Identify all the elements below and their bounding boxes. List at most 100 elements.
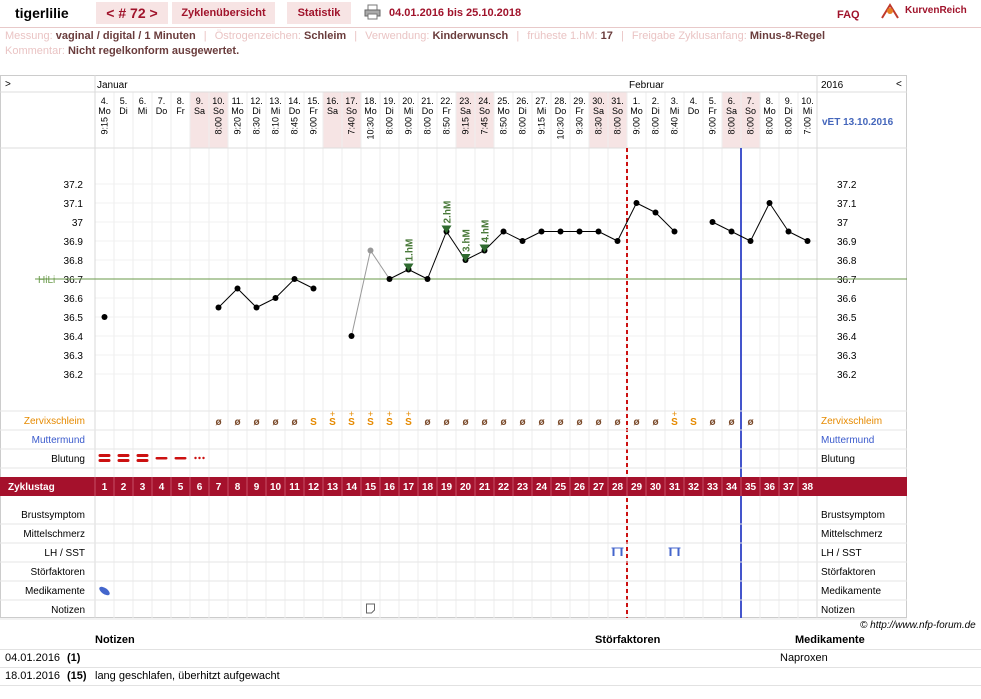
table-row: 18.01.2016 (15) lang geschlafen, überhit… <box>0 668 981 686</box>
note-date: 18.01.2016 <box>5 670 61 682</box>
measure-time: 8:10 <box>271 117 281 135</box>
temp-point[interactable] <box>234 285 241 292</box>
user-name: tigerlilie <box>15 5 69 21</box>
weekday: Mi <box>404 106 414 116</box>
note-medication: Naproxen <box>780 652 828 664</box>
temp-point[interactable] <box>671 228 678 235</box>
temp-point[interactable] <box>291 276 298 282</box>
y-tick-label: 37.2 <box>837 180 857 191</box>
app-header: tigerlilie < # 72 > Zyklenübersicht Stat… <box>0 0 981 28</box>
bleeding-heavy-icon <box>117 459 130 462</box>
brand-logo-icon[interactable] <box>880 2 900 20</box>
notes-col-stoerfaktoren: Störfaktoren <box>595 634 661 646</box>
temp-point[interactable] <box>652 209 659 216</box>
y-tick-label: 36.8 <box>64 256 84 267</box>
printer-icon[interactable] <box>364 4 381 20</box>
row-label-right: LH / SST <box>821 548 862 559</box>
weekday: Do <box>156 106 168 116</box>
temp-point[interactable] <box>500 228 507 235</box>
temp-point[interactable] <box>519 238 526 244</box>
measure-time: 8:50 <box>499 117 509 135</box>
cycle-day-number: 5 <box>178 482 184 493</box>
weekday: Do <box>422 106 434 116</box>
cycle-day-number: 14 <box>346 482 358 493</box>
brand-link[interactable]: KurvenReich <box>905 5 967 16</box>
day-number: 12. <box>250 96 263 106</box>
temp-point[interactable] <box>557 228 564 235</box>
temp-point[interactable] <box>766 200 773 206</box>
temp-point[interactable] <box>785 228 792 235</box>
row-label-right: Medikamente <box>821 586 881 597</box>
temp-point[interactable] <box>728 228 735 235</box>
y-tick-label: 37.2 <box>64 180 84 191</box>
temp-point[interactable] <box>747 238 754 244</box>
note-icon[interactable] <box>366 603 375 614</box>
y-tick-label: 36.5 <box>64 313 84 324</box>
mucus-none-icon: ø <box>215 417 222 428</box>
faq-link[interactable]: FAQ <box>837 9 860 21</box>
cycle-day-number: 23 <box>517 482 529 493</box>
bleeding-heavy-icon <box>117 454 130 457</box>
tab-cycle-overview[interactable]: Zyklenübersicht <box>172 2 275 24</box>
cycle-nav-button[interactable]: < # 72 > <box>96 2 168 24</box>
mucus-none-icon: ø <box>462 417 469 428</box>
mucus-s-icon: S <box>310 417 317 428</box>
hm-label: 3.hM <box>462 229 473 252</box>
temp-point[interactable] <box>576 228 583 235</box>
tab-statistics[interactable]: Statistik <box>287 2 351 24</box>
mucus-none-icon: ø <box>633 417 640 428</box>
temp-point[interactable] <box>633 200 640 206</box>
notes-col-medikamente: Medikamente <box>795 634 865 646</box>
row-label-left: Mittelschmerz <box>23 529 85 540</box>
cycle-day-number: 20 <box>460 482 472 493</box>
temp-point[interactable] <box>386 276 393 282</box>
temp-point[interactable] <box>101 314 108 320</box>
temp-point[interactable] <box>310 285 317 292</box>
mucus-none-icon: ø <box>291 417 298 428</box>
temp-point[interactable] <box>348 333 355 339</box>
day-number: 27. <box>535 96 548 106</box>
nav-left-arrow: > <box>5 79 11 90</box>
mucus-none-icon: ø <box>234 417 241 428</box>
weekday: Sa <box>194 106 205 116</box>
cycle-day-number: 9 <box>254 482 260 493</box>
temp-point[interactable] <box>424 276 431 282</box>
cycle-day-number: 29 <box>631 482 643 493</box>
comment-info: Kommentar: Nicht regelkonform ausgewerte… <box>5 45 239 57</box>
day-number: 25. <box>497 96 510 106</box>
y-tick-label: 36.3 <box>64 351 84 362</box>
mucus-none-icon: ø <box>614 417 621 428</box>
day-number: 3. <box>671 96 679 106</box>
measure-time: 8:00 <box>727 117 737 135</box>
temp-point[interactable] <box>253 304 260 311</box>
weekday: Do <box>289 106 301 116</box>
day-number: 28. <box>554 96 567 106</box>
day-number: 4. <box>690 96 698 106</box>
bleeding-spotting-icon <box>194 456 197 460</box>
cycle-day-number: 26 <box>574 482 586 493</box>
y-tick-label: 36.8 <box>837 256 857 267</box>
lh-test-icon <box>620 548 623 556</box>
weekday: Mo <box>231 106 244 116</box>
cycle-day-number: 24 <box>536 482 548 493</box>
y-tick-label: 36.6 <box>64 294 84 305</box>
temp-point[interactable] <box>367 247 374 254</box>
hili-label: HiLi <box>38 275 55 286</box>
cycle-day-number: 19 <box>441 482 453 493</box>
temp-point[interactable] <box>272 295 279 301</box>
cycle-day-number: 16 <box>384 482 396 493</box>
weekday: Di <box>385 106 394 116</box>
day-number: 16. <box>326 96 339 106</box>
weekday: Sa <box>327 106 338 116</box>
temp-point[interactable] <box>595 228 602 235</box>
bleeding-heavy-icon <box>98 454 111 457</box>
mucus-none-icon: ø <box>652 417 659 428</box>
notes-col-notizen: Notizen <box>95 634 135 646</box>
temp-point[interactable] <box>215 304 222 311</box>
temp-point[interactable] <box>614 238 621 244</box>
temp-point[interactable] <box>538 228 545 235</box>
temp-point[interactable] <box>709 219 716 225</box>
year-label: 2016 <box>821 80 844 91</box>
temp-point[interactable] <box>804 238 811 244</box>
row-label-left: LH / SST <box>44 548 85 559</box>
